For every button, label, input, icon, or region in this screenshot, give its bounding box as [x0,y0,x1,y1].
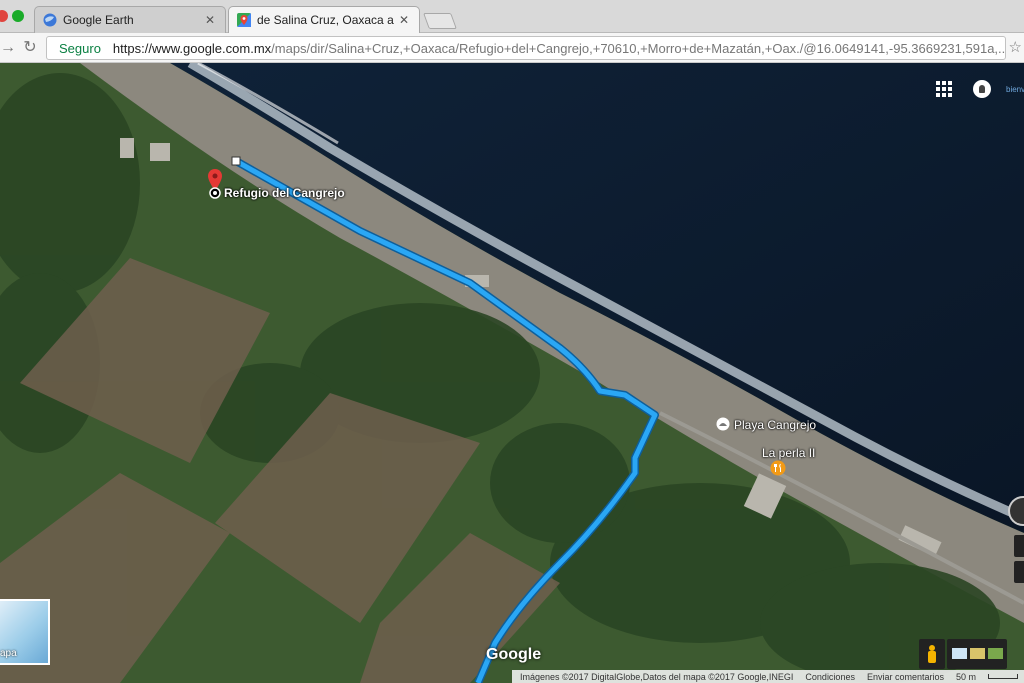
tab-title: de Salina Cruz, Oaxaca a Refug [257,13,397,27]
google-maps-icon [237,13,251,27]
map-footer: Imágenes ©2017 DigitalGlobe,Datos del ma… [512,670,1024,683]
address-bar[interactable]: Seguro https://www.google.com.mx/maps/di… [46,36,1006,60]
layers-button[interactable] [947,639,1007,669]
browser-toolbar: → ↻ Seguro https://www.google.com.mx/map… [0,33,1024,63]
zoom-window-button[interactable] [12,10,24,22]
minimap-button[interactable]: apa [0,599,50,665]
tab-title: Google Earth [63,13,134,27]
tab-google-earth[interactable]: Google Earth ✕ [34,6,226,33]
bookmark-star-icon[interactable]: ☆ [1009,38,1022,56]
map-viewport[interactable]: Refugio del Cangrejo Playa Cangrejo La p… [0,63,1024,683]
reload-icon[interactable]: ↻ [20,38,40,58]
restaurant-icon[interactable] [770,460,786,476]
beach-icon [716,417,730,431]
google-logo: Google [486,646,542,663]
terms-link[interactable]: Condiciones [805,672,855,682]
secure-label: Seguro [59,40,101,56]
route-start-marker [231,156,241,166]
map-layer-thumb[interactable] [952,648,967,659]
google-earth-icon [43,13,57,27]
scale-label: 50 m [956,671,977,682]
place-marker-icon [209,187,221,199]
zoom-in-button[interactable] [1014,535,1024,557]
satellite-layer-thumb[interactable] [988,648,1003,659]
satellite-imagery [0,63,1024,683]
tab-close-icon[interactable]: ✕ [397,13,411,27]
pegman-icon[interactable] [919,639,945,669]
poi-label-la-perla[interactable]: La perla II [762,446,815,460]
place-label-refugio[interactable]: Refugio del Cangrejo [224,186,345,200]
tab-strip: Google Earth ✕ de Salina Cruz, Oaxaca a … [0,0,1024,33]
terrain-layer-thumb[interactable] [970,648,985,659]
close-window-button[interactable] [0,10,8,22]
browser-window: Google Earth ✕ de Salina Cruz, Oaxaca a … [0,0,1024,683]
tab-google-maps[interactable]: de Salina Cruz, Oaxaca a Refug ✕ [228,6,420,33]
feedback-link[interactable]: Enviar comentarios [867,672,944,682]
imagery-attribution: Imágenes ©2017 DigitalGlobe,Datos del ma… [520,671,794,682]
account-avatar-icon[interactable] [973,80,991,98]
zoom-out-button[interactable] [1014,561,1024,583]
url-path: /maps/dir/Salina+Cruz,+Oaxaca/Refugio+de… [271,40,1006,56]
apps-grid-icon[interactable] [936,81,952,97]
scale-bar [988,674,1019,679]
forward-icon[interactable]: → [0,38,18,58]
poi-label-playa-cangrejo[interactable]: Playa Cangrejo [734,418,816,432]
new-tab-button[interactable] [423,13,457,29]
minimap-label: apa [0,648,17,659]
welcome-text: bienv [1006,85,1024,94]
url-host: https://www.google.com.mx [112,40,272,56]
tab-close-icon[interactable]: ✕ [203,13,217,27]
